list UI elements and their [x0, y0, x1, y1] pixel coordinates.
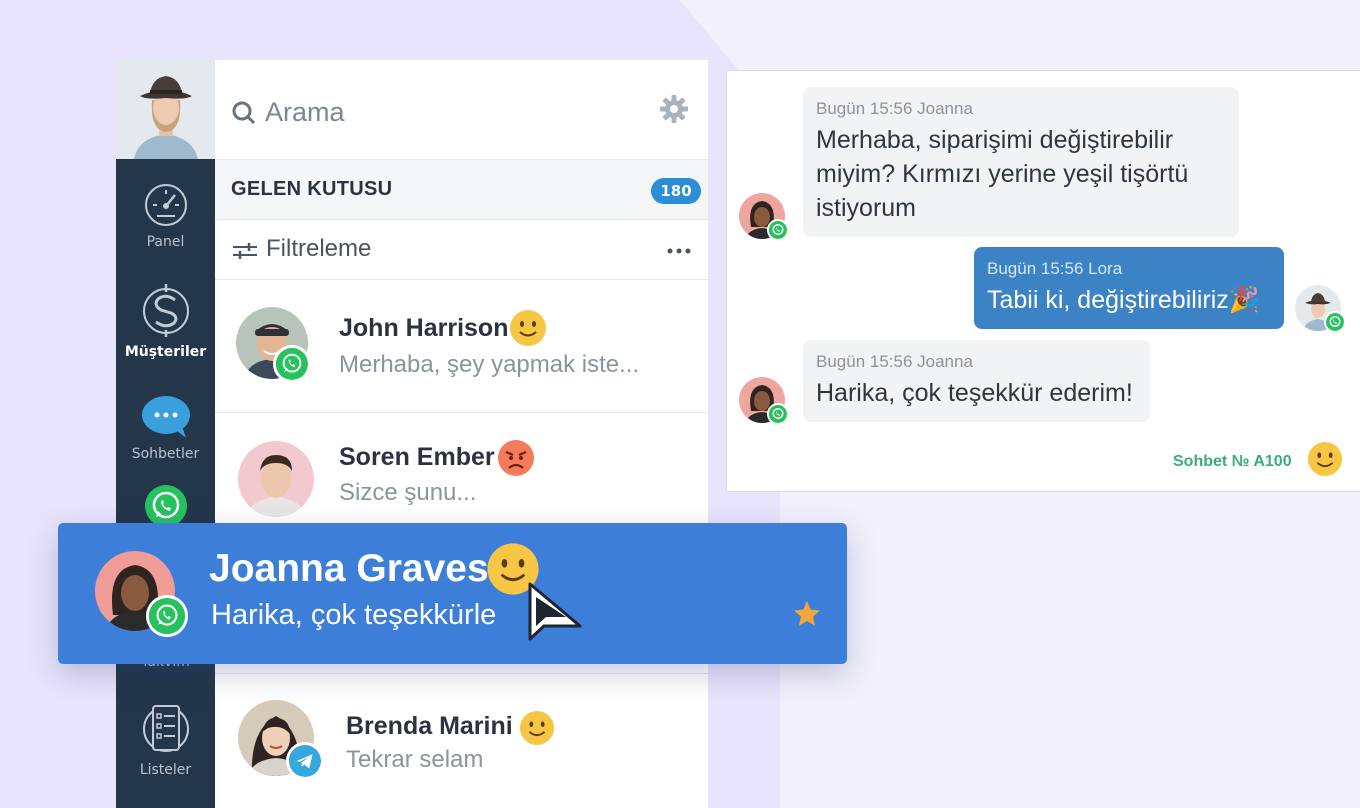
dollar-icon [142, 284, 189, 337]
search-icon [232, 101, 256, 125]
message-preview: Merhaba, şey yapmak iste... [339, 351, 640, 378]
message-preview: Tekrar selam [346, 746, 484, 773]
whatsapp-icon [767, 219, 789, 241]
nav-listeler-label: Listeler [139, 762, 192, 778]
smile-emoji-icon [510, 310, 546, 346]
nav-musteriler[interactable]: Müşteriler [116, 282, 215, 360]
nav-musteriler-label: Müşteriler [124, 344, 207, 360]
search-bar [215, 60, 708, 160]
filter-label: Filtreleme [266, 235, 372, 262]
inbox-title: GELEN KUTUSU [231, 178, 393, 200]
nav-sohbetler-label: Sohbetler [131, 446, 200, 462]
nav-panel-label: Panel [146, 234, 185, 250]
message-meta: Bugün 15:56 Joanna [816, 352, 973, 371]
contact-name: Soren Ember [339, 443, 495, 471]
message-meta: Bugün 15:56 Joanna [816, 99, 973, 118]
angry-emoji-icon [498, 440, 534, 476]
current-user-avatar[interactable] [116, 60, 215, 159]
whatsapp-icon [273, 345, 311, 383]
conversation-item-joanna-graves[interactable]: Joanna Graves Harika, çok teşekkürle [58, 523, 847, 664]
telegram-icon [286, 742, 324, 780]
chat-panel: Bugün 15:56 Joanna Merhaba, siparişimi d… [726, 70, 1360, 492]
conversation-item-john-harrison[interactable]: John Harrison Merhaba, şey yapmak iste..… [215, 281, 708, 413]
contact-name: Brenda Marini [346, 712, 513, 740]
more-options-icon[interactable] [667, 248, 691, 254]
conversation-id-label: Sohbet № A100 [1173, 453, 1292, 470]
filter-sliders-icon [233, 243, 257, 259]
search-input[interactable] [265, 90, 645, 134]
gauge-icon [144, 184, 187, 226]
contact-name: Joanna Graves [209, 547, 489, 590]
whatsapp-icon [767, 403, 789, 425]
filter-row[interactable]: Filtreleme [215, 220, 708, 280]
mouse-cursor-icon [528, 582, 582, 641]
list-icon [142, 705, 189, 752]
smile-emoji-icon[interactable] [1307, 441, 1343, 477]
nav-listeler[interactable]: Listeler [116, 702, 215, 778]
message-bubble-incoming: Bugün 15:56 Joanna Harika, çok teşekkür … [803, 340, 1150, 422]
conversation-item-brenda-marini[interactable]: Brenda Marini Tekrar selam [215, 673, 708, 808]
nav-panel[interactable]: Panel [116, 182, 215, 250]
sidebar: Panel Müşteriler Sohbetler Takvim [116, 60, 215, 808]
chat-bubble-icon [141, 396, 190, 438]
message-bubble-outgoing: Bugün 15:56 Lora Tabii ki, değiştirebili… [974, 247, 1284, 329]
contact-name: John Harrison [339, 314, 509, 342]
whatsapp-icon [1324, 311, 1346, 333]
avatar [238, 441, 314, 517]
smile-emoji-icon [519, 710, 555, 746]
message-preview: Sizce şunu... [339, 479, 477, 506]
whatsapp-icon [146, 595, 188, 637]
inbox-count-badge: 180 [651, 178, 701, 204]
gear-icon[interactable] [659, 94, 689, 124]
message-text: Harika, çok teşekkür ederim! [816, 379, 1133, 407]
message-text: Tabii ki, değiştirebiliriz🎉 [987, 286, 1260, 314]
message-meta: Bugün 15:56 Lora [987, 259, 1123, 278]
star-icon[interactable] [792, 599, 822, 629]
message-preview: Harika, çok teşekkürle [211, 599, 497, 631]
inbox-header[interactable]: GELEN KUTUSU 180 [215, 160, 708, 220]
whatsapp-icon [144, 485, 187, 527]
message-bubble-incoming: Bugün 15:56 Joanna Merhaba, siparişimi d… [803, 87, 1239, 237]
message-text: Merhaba, siparişimi değiştirebilir miyim… [816, 126, 1189, 222]
nav-sohbetler[interactable]: Sohbetler [116, 394, 215, 462]
conversation-list-panel: GELEN KUTUSU 180 Filtreleme [215, 60, 708, 808]
